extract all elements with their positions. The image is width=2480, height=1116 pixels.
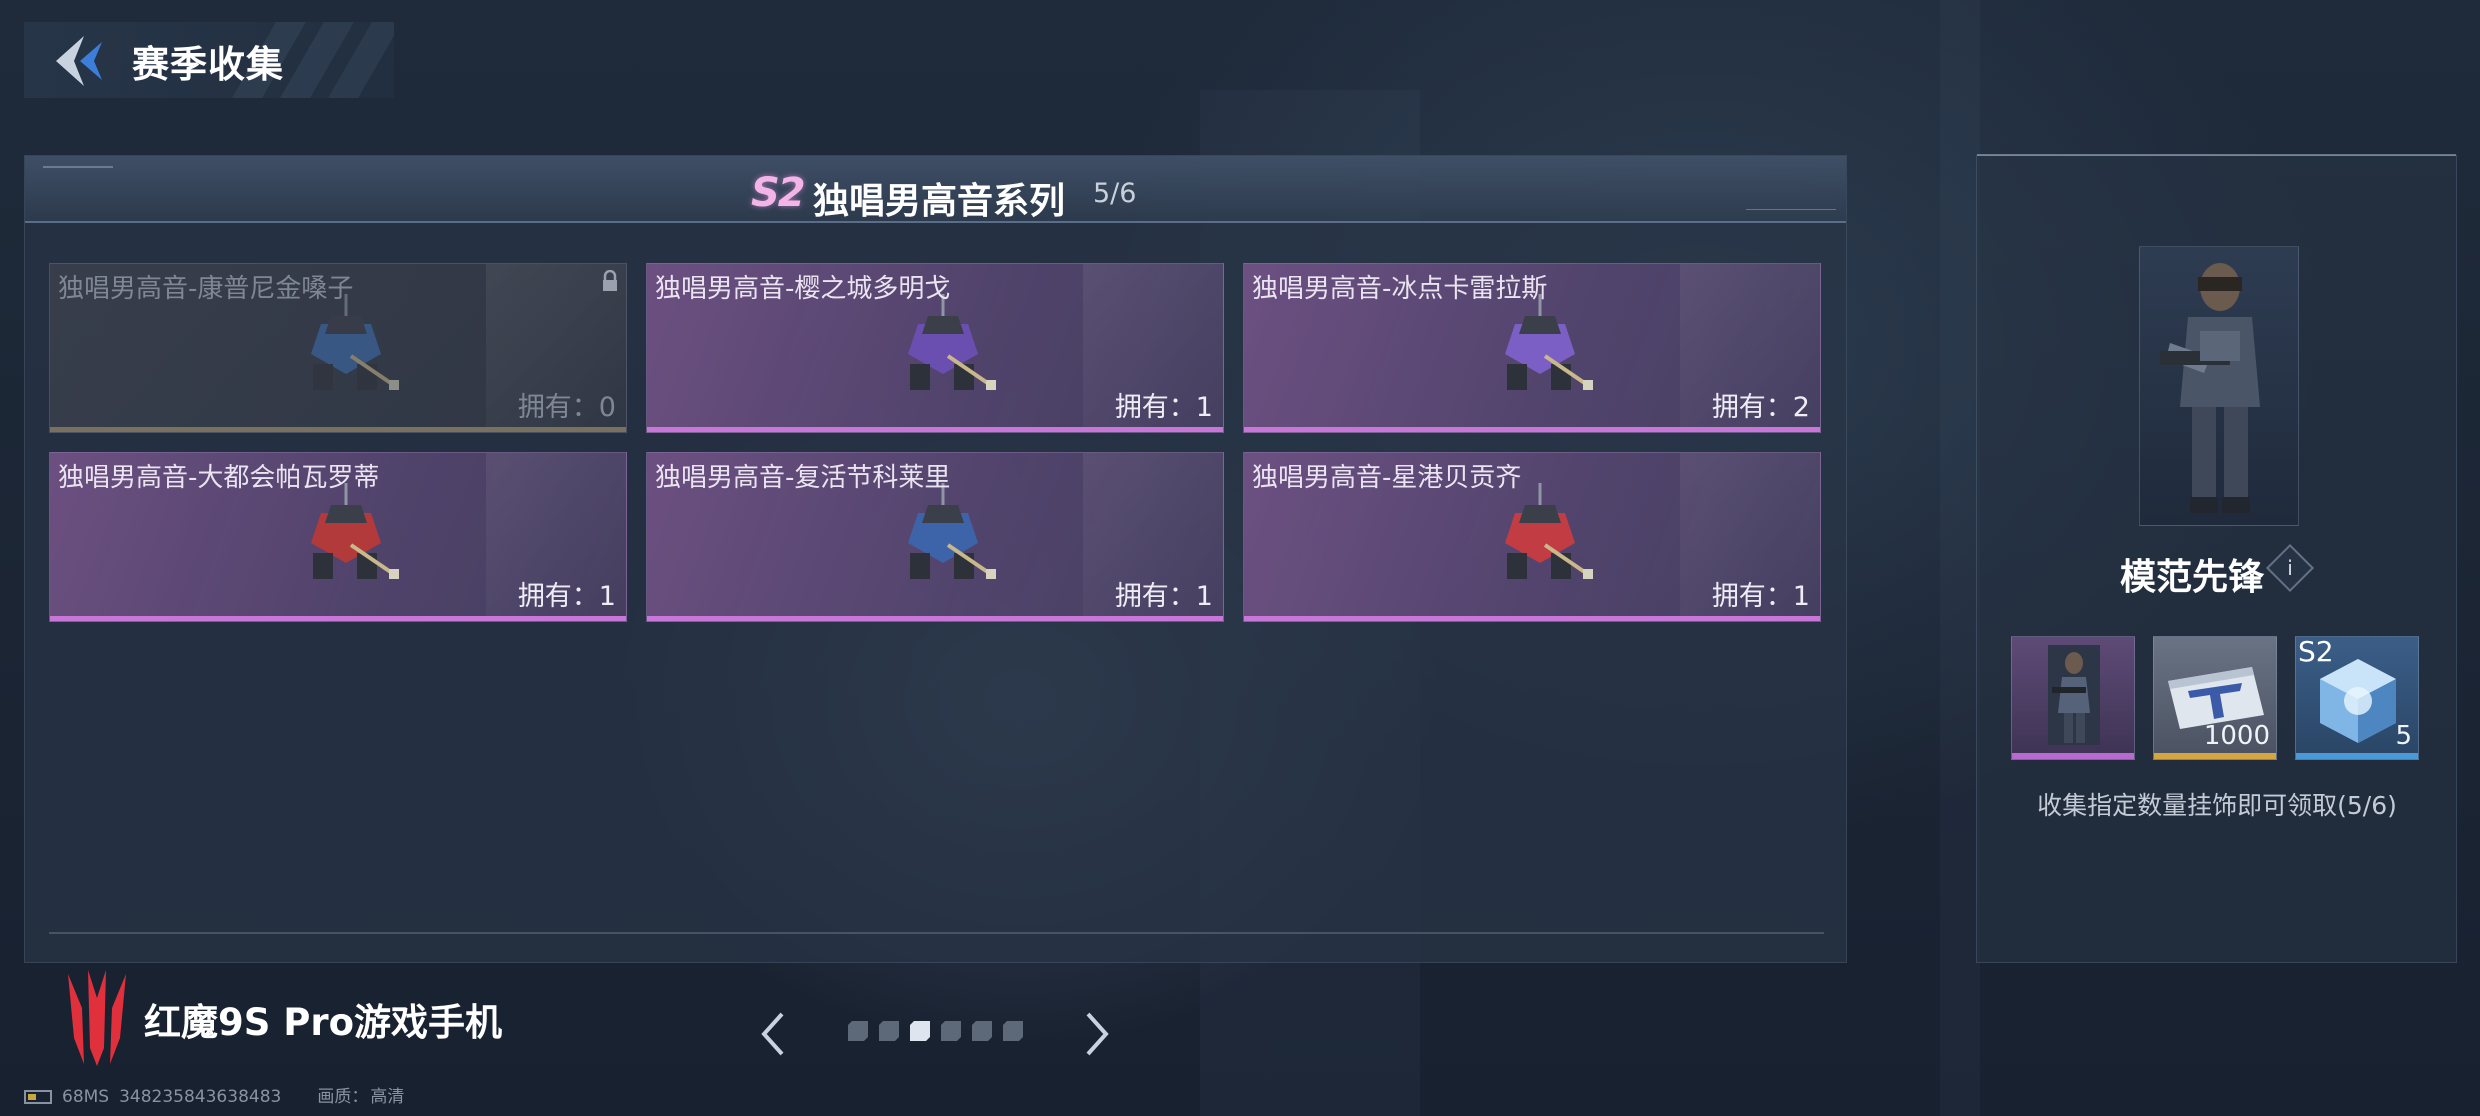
collection-card[interactable]: 独唱男高音-大都会帕瓦罗蒂拥有：1 <box>49 452 627 622</box>
reward-quantity: 5 <box>2395 721 2412 751</box>
card-name: 独唱男高音-康普尼金嗓子 <box>58 274 354 304</box>
header-decoration <box>1746 209 1836 213</box>
page-dot[interactable] <box>848 1021 868 1041</box>
charm-mech-icon <box>908 483 996 579</box>
battery-icon <box>24 1090 52 1104</box>
lock-icon <box>603 270 617 291</box>
page-dot[interactable] <box>910 1021 930 1041</box>
panel-top-edge <box>1977 154 2456 156</box>
character-icon <box>2048 645 2100 745</box>
charm-mech-icon <box>311 294 399 390</box>
owned-count: 拥有：0 <box>517 392 616 423</box>
quality-value: 高清 <box>370 1087 405 1107</box>
collection-card[interactable]: 独唱男高音-冰点卡雷拉斯拥有：2 <box>1243 263 1821 433</box>
reward-item-crate[interactable]: S2 5 <box>2295 635 2419 760</box>
reward-character-portrait <box>2139 246 2299 526</box>
card-name: 独唱男高音-樱之城多明戈 <box>655 274 951 304</box>
season-tag: S2 <box>2298 635 2334 668</box>
reward-quantity: 1000 <box>2203 721 2270 751</box>
page-dot[interactable] <box>879 1021 899 1041</box>
brand-text: 红魔9S Pro游戏手机 <box>144 1001 503 1044</box>
quality-label: 画质： <box>317 1087 369 1107</box>
card-bar <box>1244 427 1820 432</box>
reward-panel: 模范先锋 i 1000 S2 5 收集指定数量挂饰即可领取(5/6) <box>1976 154 2457 963</box>
series-panel: S2 独唱男高音系列 5/6 独唱男高音-康普尼金嗓子 拥有：0 独唱男高音-樱之城… <box>24 155 1847 963</box>
card-name: 独唱男高音-复活节科莱里 <box>655 463 951 493</box>
charm-mech-icon <box>908 294 996 390</box>
chevron-left-icon <box>761 1012 784 1056</box>
collection-card[interactable]: 独唱男高音-复活节科莱里拥有：1 <box>646 452 1224 622</box>
reward-name: 模范先锋 <box>2120 557 2265 598</box>
card-bar <box>50 427 626 432</box>
card-bar <box>647 427 1223 432</box>
rarity-bar <box>2154 753 2276 759</box>
owned-count: 拥有：1 <box>1114 392 1213 423</box>
prev-page-button[interactable] <box>752 1004 792 1064</box>
card-bar <box>1244 616 1820 621</box>
background-pillar <box>1940 0 1980 1116</box>
reward-item-ticket[interactable]: 1000 <box>2153 636 2277 760</box>
page-dot[interactable] <box>972 1021 992 1041</box>
next-page-button[interactable] <box>1078 1004 1118 1064</box>
series-title: 独唱男高音系列 <box>813 181 1066 222</box>
series-progress: 5/6 <box>1093 178 1137 209</box>
collection-card[interactable]: 独唱男高音-康普尼金嗓子拥有：0 <box>49 263 627 433</box>
page-dot[interactable] <box>941 1021 961 1041</box>
card-bar <box>647 616 1223 621</box>
season-badge: S2 <box>751 170 806 216</box>
page-dot[interactable] <box>1003 1021 1023 1041</box>
card-name: 独唱男高音-冰点卡雷拉斯 <box>1252 274 1548 304</box>
rarity-bar <box>2012 753 2134 759</box>
charm-mech-icon <box>1505 294 1593 390</box>
charm-mech-icon <box>311 483 399 579</box>
owned-count: 拥有：1 <box>1711 581 1810 612</box>
ping-readout: 68MS <box>62 1087 110 1107</box>
status-bar: 68MS 348235843638483 画质： 高清 <box>24 1082 414 1107</box>
brand-logo <box>60 968 134 1068</box>
back-button[interactable] <box>50 30 112 92</box>
collection-card[interactable]: 独唱男高音-星港贝贡齐拥有：1 <box>1243 452 1821 622</box>
card-name: 独唱男高音-星港贝贡齐 <box>1252 463 1522 493</box>
chevron-right-icon <box>1086 1012 1109 1056</box>
header-decoration <box>43 166 113 184</box>
reward-description: 收集指定数量挂饰即可领取(5/6) <box>2037 791 2397 820</box>
info-icon[interactable]: i <box>2265 543 2315 593</box>
card-name: 独唱男高音-大都会帕瓦罗蒂 <box>58 463 380 493</box>
owned-count: 拥有：1 <box>517 581 616 612</box>
back-arrow-icon <box>56 36 102 86</box>
series-header: S2 独唱男高音系列 5/6 <box>25 156 1846 223</box>
divider <box>49 932 1824 934</box>
rarity-bar <box>2296 753 2418 759</box>
page-title: 赛季收集 <box>132 43 284 86</box>
collection-card[interactable]: 独唱男高音-樱之城多明戈拥有：1 <box>646 263 1224 433</box>
owned-count: 拥有：1 <box>1114 581 1213 612</box>
reward-item-character[interactable] <box>2011 636 2135 760</box>
owned-count: 拥有：2 <box>1711 392 1810 423</box>
charm-mech-icon <box>1505 483 1593 579</box>
card-bar <box>50 616 626 621</box>
player-id: 348235843638483 <box>119 1087 282 1107</box>
